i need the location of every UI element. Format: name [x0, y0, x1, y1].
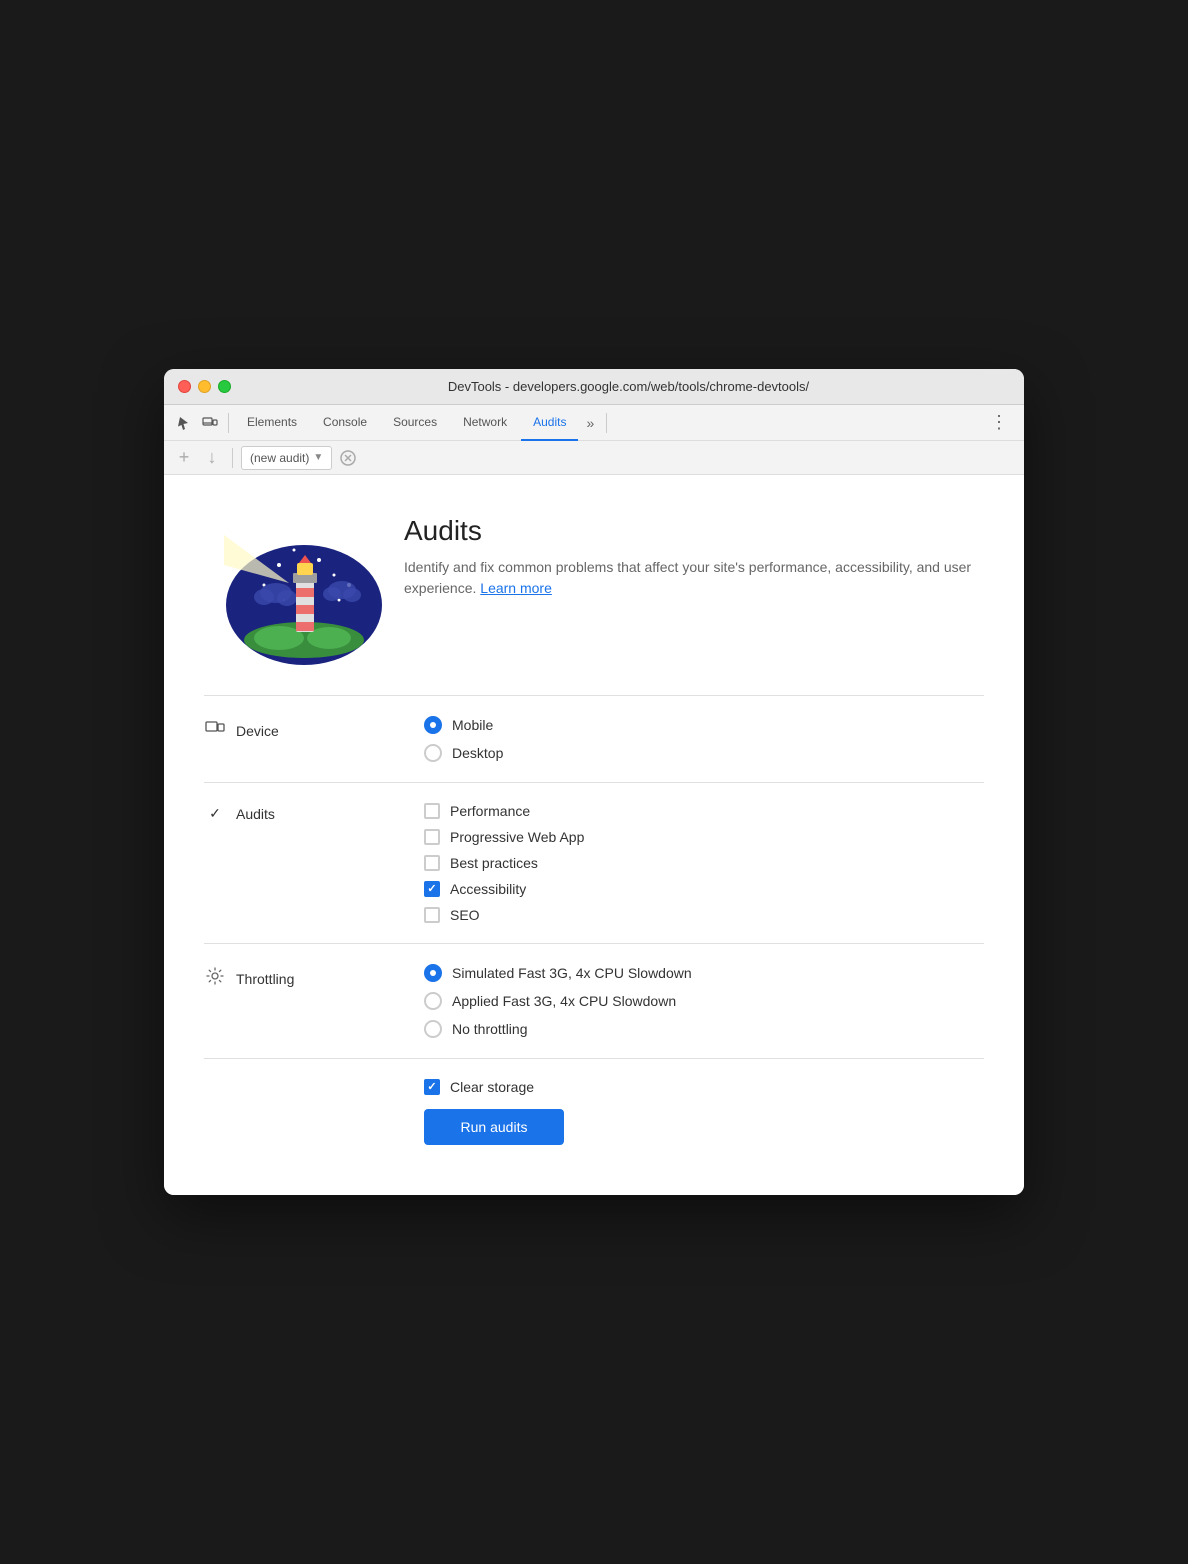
performance-checkbox[interactable] — [424, 803, 440, 819]
best-practices-option[interactable]: Best practices — [424, 855, 984, 871]
maximize-button[interactable] — [218, 380, 231, 393]
accessibility-checkbox[interactable] — [424, 881, 440, 897]
device-icon — [204, 718, 226, 743]
device-toggle-icon[interactable] — [198, 411, 222, 435]
minimize-button[interactable] — [198, 380, 211, 393]
toolbar-separator-2 — [606, 413, 607, 433]
toolbar-separator — [228, 413, 229, 433]
simulated-fast3g-option[interactable]: Simulated Fast 3G, 4x CPU Slowdown — [424, 964, 984, 982]
pwa-checkbox[interactable] — [424, 829, 440, 845]
audit-toolbar-sep — [232, 448, 233, 468]
close-button[interactable] — [178, 380, 191, 393]
devtools-menu-button[interactable]: ⋮ — [982, 412, 1016, 433]
tab-more-button[interactable]: » — [580, 405, 600, 441]
no-throttling-radio[interactable] — [424, 1020, 442, 1038]
devtools-tabbar: Elements Console Sources Network Audits … — [164, 405, 1024, 441]
device-desktop-option[interactable]: Desktop — [424, 744, 984, 762]
download-audit-button[interactable]: ↓ — [200, 446, 224, 470]
best-practices-checkbox[interactable] — [424, 855, 440, 871]
audits-panel-title: Audits — [404, 515, 984, 547]
cancel-audit-icon[interactable] — [336, 446, 360, 470]
main-content: Audits Identify and fix common problems … — [164, 475, 1024, 1195]
device-label: Device — [204, 716, 424, 743]
lighthouse-illustration — [204, 505, 384, 665]
mobile-radio[interactable] — [424, 716, 442, 734]
add-audit-button[interactable]: + — [172, 446, 196, 470]
run-audits-button[interactable]: Run audits — [424, 1109, 564, 1145]
chevron-down-icon: ▼ — [313, 452, 323, 463]
device-section: Device Mobile Desktop — [204, 696, 984, 783]
tab-network[interactable]: Network — [451, 405, 519, 441]
audit-selector-dropdown[interactable]: (new audit) ▼ — [241, 446, 332, 470]
tab-audits[interactable]: Audits — [521, 405, 578, 441]
tab-console[interactable]: Console — [311, 405, 379, 441]
no-throttling-option[interactable]: No throttling — [424, 1020, 984, 1038]
device-options: Mobile Desktop — [424, 716, 984, 762]
audits-section: ✓ Audits Performance Progressive Web App… — [204, 783, 984, 944]
checkmark-icon: ✓ — [204, 805, 226, 822]
audits-description: Identify and fix common problems that af… — [404, 557, 984, 599]
audits-header: Audits Identify and fix common problems … — [204, 505, 984, 665]
applied-fast3g-radio[interactable] — [424, 992, 442, 1010]
devtools-window: DevTools - developers.google.com/web/too… — [164, 369, 1024, 1195]
titlebar: DevTools - developers.google.com/web/too… — [164, 369, 1024, 405]
device-mobile-option[interactable]: Mobile — [424, 716, 984, 734]
traffic-lights — [178, 380, 231, 393]
audit-toolbar: + ↓ (new audit) ▼ — [164, 441, 1024, 475]
throttling-label: Throttling — [204, 964, 424, 991]
accessibility-option[interactable]: Accessibility — [424, 881, 984, 897]
gear-icon — [204, 966, 226, 991]
cursor-icon[interactable] — [172, 411, 196, 435]
clear-storage-option[interactable]: Clear storage — [424, 1079, 984, 1095]
performance-option[interactable]: Performance — [424, 803, 984, 819]
simulated-fast3g-radio[interactable] — [424, 964, 442, 982]
seo-option[interactable]: SEO — [424, 907, 984, 923]
applied-fast3g-option[interactable]: Applied Fast 3G, 4x CPU Slowdown — [424, 992, 984, 1010]
bottom-section: Clear storage Run audits — [204, 1059, 984, 1165]
learn-more-link[interactable]: Learn more — [480, 580, 552, 596]
clear-storage-checkbox[interactable] — [424, 1079, 440, 1095]
audits-label: ✓ Audits — [204, 803, 424, 822]
pwa-option[interactable]: Progressive Web App — [424, 829, 984, 845]
tab-sources[interactable]: Sources — [381, 405, 449, 441]
audits-options: Performance Progressive Web App Best pra… — [424, 803, 984, 923]
throttling-options: Simulated Fast 3G, 4x CPU Slowdown Appli… — [424, 964, 984, 1038]
desktop-radio[interactable] — [424, 744, 442, 762]
audits-info: Audits Identify and fix common problems … — [404, 505, 984, 599]
throttling-section: Throttling Simulated Fast 3G, 4x CPU Slo… — [204, 944, 984, 1059]
tab-elements[interactable]: Elements — [235, 405, 309, 441]
window-title: DevTools - developers.google.com/web/too… — [247, 379, 1010, 394]
seo-checkbox[interactable] — [424, 907, 440, 923]
